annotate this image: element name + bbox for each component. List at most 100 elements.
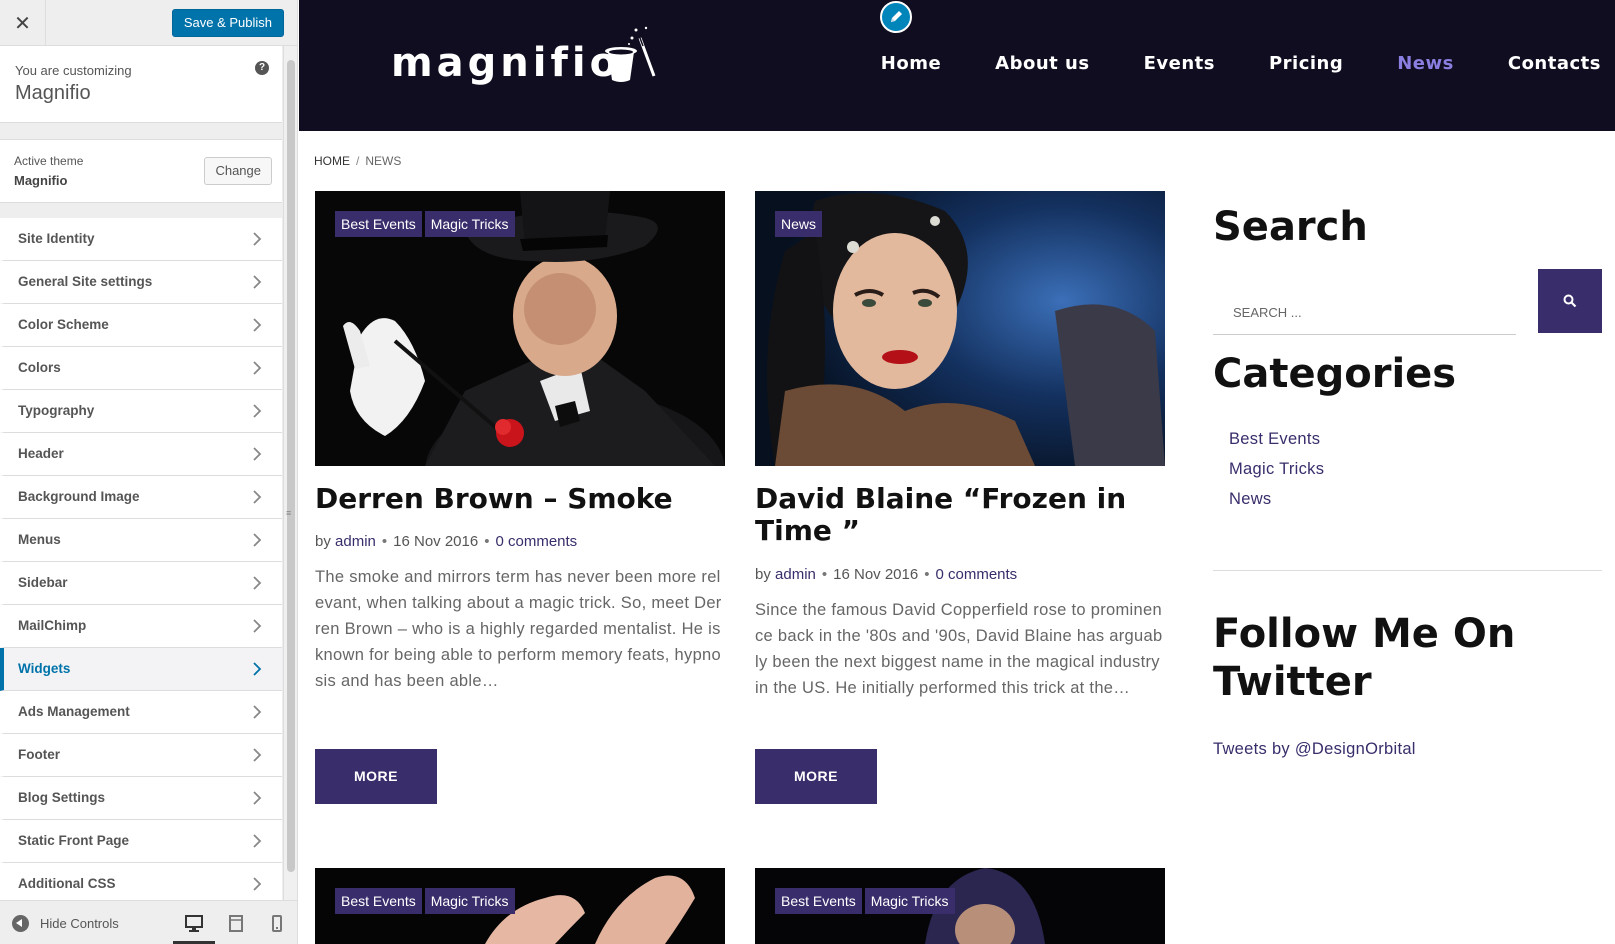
section-widgets[interactable]: Widgets [0,648,282,691]
post-card: Best Events Magic Tricks Derren Brown – … [315,191,725,811]
chevron-right-icon [253,361,262,375]
section-typography[interactable]: Typography [0,390,282,433]
breadcrumb: Home / News [314,154,401,168]
tag-badge[interactable]: Magic Tricks [864,888,955,914]
chevron-right-icon [253,705,262,719]
edit-shortcut-pencil-icon[interactable] [880,1,912,33]
section-label: Header [18,446,64,461]
section-label: Menus [18,532,61,547]
desktop-icon[interactable] [183,912,205,934]
chevron-right-icon [253,232,262,246]
section-label: General Site settings [18,274,153,289]
mobile-icon[interactable] [266,912,288,934]
post-image-magician[interactable]: Best Events Magic Tricks [315,191,725,466]
chevron-right-icon [253,533,262,547]
nav-link-events[interactable]: Events [1144,53,1215,74]
post-title[interactable]: David Blaine “Frozen in Time ” [755,483,1165,547]
search-button[interactable] [1538,269,1602,333]
post-comments-link[interactable]: 0 comments [935,566,1017,583]
magic-hat-icon [605,26,656,82]
nav-link-news[interactable]: News [1397,53,1454,74]
section-label: Footer [18,747,60,762]
categories-list: Best Events Magic Tricks News [1229,430,1324,520]
post-card: Best Events Magic Tricks [315,868,725,944]
tablet-icon[interactable] [225,912,247,934]
scrollbar-thumb[interactable] [287,60,295,872]
post-title[interactable]: Derren Brown – Smoke [315,483,673,515]
chevron-right-icon [253,834,262,848]
section-header[interactable]: Header [0,433,282,476]
tag-badge[interactable]: Best Events [775,888,862,914]
post-comments-link[interactable]: 0 comments [495,533,577,550]
section-color-scheme[interactable]: Color Scheme [0,304,282,347]
section-colors[interactable]: Colors [0,347,282,390]
post-image-woman[interactable]: News [755,191,1165,466]
breadcrumb-home[interactable]: Home [314,154,350,168]
post-author-link[interactable]: admin [335,533,376,550]
category-link[interactable]: Magic Tricks [1229,460,1324,490]
post-image-hands[interactable]: Best Events Magic Tricks [315,868,725,944]
section-static-front-page[interactable]: Static Front Page [0,820,282,863]
tag-badge[interactable]: Best Events [335,888,422,914]
tag-badge[interactable]: Best Events [335,211,422,237]
more-button[interactable]: MORE [315,749,437,804]
section-label: Background Image [18,489,140,504]
close-icon[interactable]: ✕ [0,0,46,46]
post-date: 16 Nov 2016 [833,566,919,583]
post-excerpt: Since the famous David Copperfield rose … [755,601,1163,697]
help-icon[interactable]: ? [255,61,269,75]
nav-link-pricing[interactable]: Pricing [1269,53,1343,74]
section-blog-settings[interactable]: Blog Settings [0,777,282,820]
save-publish-button[interactable]: Save & Publish [171,9,284,37]
customizing-label: You are customizing [15,63,132,78]
section-footer[interactable]: Footer [0,734,282,777]
section-general-site-settings[interactable]: General Site settings [0,261,282,304]
tag-badge[interactable]: Magic Tricks [424,888,515,914]
meta-by: by [755,566,771,583]
nav-link-home[interactable]: Home [881,53,941,74]
change-theme-button[interactable]: Change [204,157,272,185]
search-input[interactable] [1213,290,1516,334]
customizing-info: You are customizing Magnifio ? [0,46,282,123]
post-tags: Best Events Magic Tricks [335,888,515,914]
search-widget-title: Search [1213,204,1368,250]
chevron-right-icon [253,791,262,805]
section-menus[interactable]: Menus [0,519,282,562]
breadcrumb-separator: / [356,154,360,168]
chevron-right-icon [253,748,262,762]
more-button[interactable]: MORE [755,749,877,804]
hide-controls-icon[interactable] [12,915,29,932]
chevron-right-icon [253,490,262,504]
post-image-hooded[interactable]: Best Events Magic Tricks [755,868,1165,944]
meta-by: by [315,533,331,550]
post-tags: News [775,211,823,237]
section-label: Typography [18,403,95,418]
section-label: Additional CSS [18,876,116,891]
section-ads-management[interactable]: Ads Management [0,691,282,734]
category-link[interactable]: Best Events [1229,430,1324,460]
section-label: Static Front Page [18,833,130,848]
post-author-link[interactable]: admin [775,566,816,583]
section-sidebar[interactable]: Sidebar [0,562,282,605]
tag-badge[interactable]: Magic Tricks [424,211,515,237]
search-field-wrap [1213,290,1516,335]
section-mailchimp[interactable]: MailChimp [0,605,282,648]
scrollbar-grip-icon: ≡ [286,508,292,518]
tag-badge[interactable]: News [775,211,823,237]
nav-link-contacts[interactable]: Contacts [1508,53,1601,74]
breadcrumb-current: News [365,154,402,168]
active-theme-box: Active theme Magnifio Change [0,139,282,203]
site-preview: magnifio Home About us Events Pricing News Co… [299,0,1615,944]
section-background-image[interactable]: Background Image [0,476,282,519]
section-site-identity[interactable]: Site Identity [0,218,282,261]
search-icon [1563,294,1577,308]
tweets-by-link[interactable]: Tweets by @DesignOrbital [1213,740,1416,759]
site-header: magnifio Home About us Events Pricing News Co… [299,0,1615,131]
hide-controls-label[interactable]: Hide Controls [40,916,119,931]
post-meta: by admin • 16 Nov 2016 • 0 comments [755,566,1018,583]
category-link[interactable]: News [1229,490,1324,520]
panel-scrollbar[interactable]: ≡ [283,46,297,900]
nav-link-about-us[interactable]: About us [995,53,1089,74]
post-tags: Best Events Magic Tricks [335,211,515,237]
site-logo-text[interactable]: magnifio [391,40,621,86]
